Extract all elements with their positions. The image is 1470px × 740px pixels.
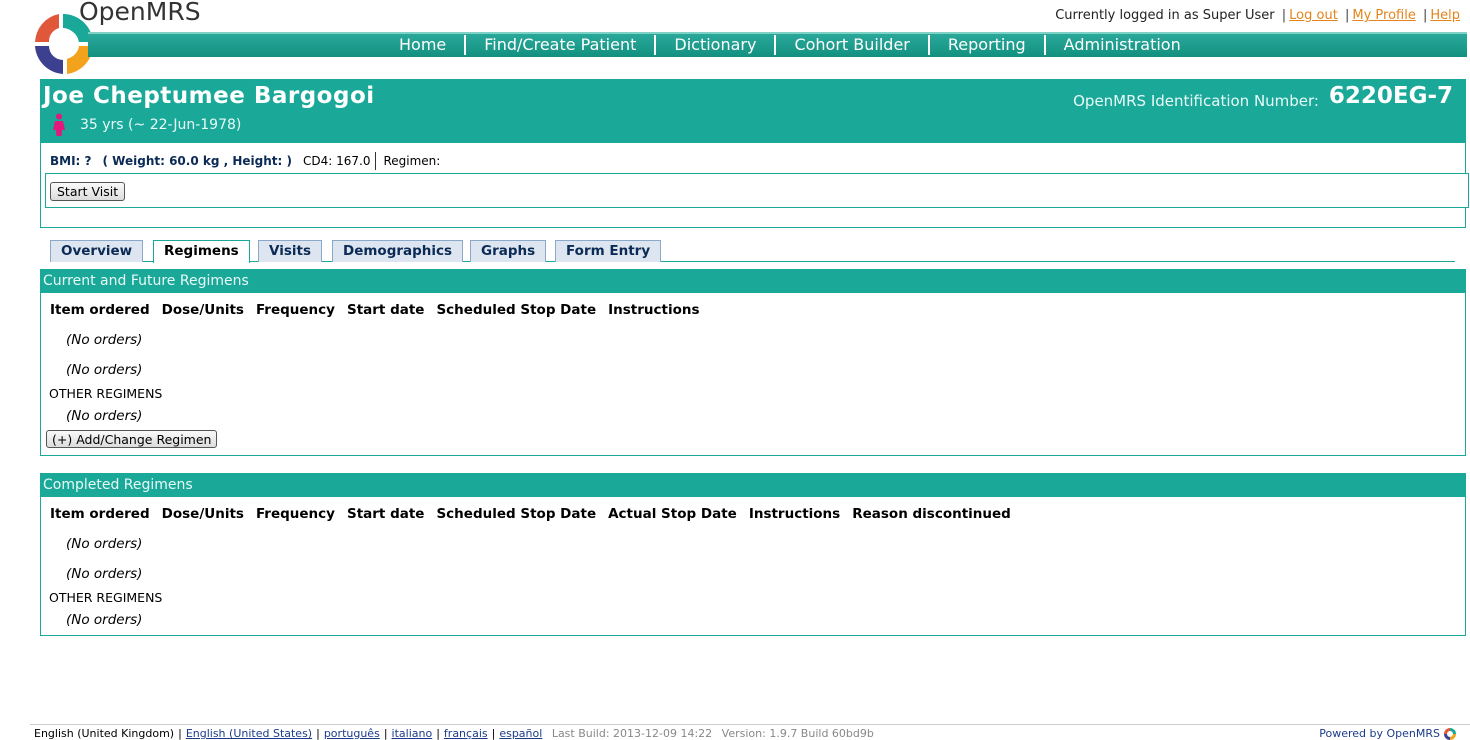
openmrs-small-logo-icon: [1444, 727, 1456, 740]
visit-box: Start Visit: [45, 173, 1469, 208]
completed-regimens-title: Completed Regimens: [41, 474, 1465, 497]
weight-height: ( Weight: 60.0 kg , Height: ): [102, 154, 292, 168]
regimen-label: Regimen:: [383, 154, 441, 168]
powered-by[interactable]: Powered by OpenMRS: [1319, 727, 1456, 740]
locale-link-es[interactable]: español: [499, 727, 542, 740]
no-orders-text: (No orders): [66, 408, 143, 424]
column-header: Scheduled Stop Date: [436, 506, 597, 522]
no-orders-text: (No orders): [66, 332, 143, 348]
nav-dictionary[interactable]: Dictionary: [654, 35, 774, 55]
tab-visits[interactable]: Visits: [258, 240, 322, 262]
nav-reporting[interactable]: Reporting: [927, 35, 1044, 55]
no-orders-text: (No orders): [66, 536, 143, 552]
locale-link-it[interactable]: italiano: [392, 727, 433, 740]
no-orders-text: (No orders): [66, 612, 143, 628]
vitals-row: BMI: ? ( Weight: 60.0 kg , Height: ) CD4…: [50, 152, 440, 170]
column-header: Instructions: [748, 506, 841, 522]
nav-find-create-patient[interactable]: Find/Create Patient: [464, 35, 654, 55]
separator: |: [1344, 8, 1350, 23]
locale-link-pt[interactable]: português: [324, 727, 380, 740]
no-orders-text: (No orders): [66, 362, 143, 378]
tab-graphs[interactable]: Graphs: [470, 240, 547, 262]
start-visit-button[interactable]: Start Visit: [50, 182, 126, 201]
nav-home[interactable]: Home: [381, 35, 464, 55]
tab-demographics[interactable]: Demographics: [332, 240, 464, 262]
no-orders-text: (No orders): [66, 566, 143, 582]
column-header: Start date: [346, 506, 425, 522]
separator: |: [1422, 8, 1428, 23]
column-header: Scheduled Stop Date: [436, 302, 597, 318]
nav-cohort-builder[interactable]: Cohort Builder: [774, 35, 927, 55]
tab-form-entry[interactable]: Form Entry: [555, 240, 662, 262]
user-bar: Currently logged in as Super User | Log o…: [1055, 8, 1460, 23]
main-navbar: Home Find/Create Patient Dictionary Coho…: [88, 32, 1467, 57]
column-header: Reason discontinued: [852, 506, 1011, 522]
footer: English (United Kingdom) | English (United…: [30, 724, 1470, 740]
identifier-label: OpenMRS Identification Number:: [1073, 92, 1319, 110]
current-regimens-title: Current and Future Regimens: [41, 270, 1465, 293]
add-change-regimen-button[interactable]: (+) Add/Change Regimen: [46, 430, 218, 448]
column-header: Frequency: [255, 302, 335, 318]
other-regimens-label: OTHER REGIMENS: [49, 590, 163, 605]
current-locale: English (United Kingdom): [34, 727, 175, 740]
patient-header: Joe Cheptumee Bargogoi 35 yrs (~ 22-Jun-…: [40, 79, 1469, 228]
cd4-label: CD4:: [302, 154, 333, 168]
patient-age: 35 yrs (~ 22-Jun-1978): [80, 117, 242, 133]
divider: [375, 152, 377, 170]
last-build: Last Build: 2013-12-09 14:22: [551, 727, 713, 740]
powered-by-text: Powered by OpenMRS: [1319, 727, 1440, 740]
female-icon: [53, 113, 65, 136]
patient-band: Joe Cheptumee Bargogoi 35 yrs (~ 22-Jun-…: [41, 80, 1465, 143]
column-header: Item ordered: [50, 506, 150, 522]
nav-administration[interactable]: Administration: [1043, 35, 1199, 55]
separator: |: [1281, 8, 1287, 23]
identifier-value: 6220EG-7: [1328, 83, 1453, 109]
locale-bar: English (United Kingdom) | English (United…: [34, 727, 874, 740]
patient-tabs: Overview Regimens Visits Demographics Gr…: [50, 240, 1455, 263]
column-header: Start date: [346, 302, 425, 318]
column-header: Instructions: [608, 302, 700, 318]
brand-name: OpenMRS: [79, 0, 201, 26]
tab-regimens[interactable]: Regimens: [153, 240, 250, 263]
bmi-value: BMI: ?: [50, 154, 92, 168]
column-header: Item ordered: [50, 302, 150, 318]
cd4-value: 167.0: [336, 154, 371, 168]
locale-link-fr[interactable]: français: [444, 727, 488, 740]
completed-regimens-box: Completed Regimens Item ordered Dose/Uni…: [40, 473, 1466, 636]
help-link[interactable]: Help: [1430, 8, 1460, 23]
column-header: Frequency: [255, 506, 335, 522]
column-header: Actual Stop Date: [608, 506, 737, 522]
logged-in-text: Currently logged in as Super User: [1055, 8, 1275, 23]
current-regimens-headers: Item ordered Dose/Units Frequency Start …: [50, 302, 712, 318]
column-header: Dose/Units: [161, 302, 244, 318]
tab-overview[interactable]: Overview: [50, 240, 144, 262]
other-regimens-label: OTHER REGIMENS: [49, 386, 163, 401]
column-header: Dose/Units: [161, 506, 244, 522]
version-info: Version: 1.9.7 Build 60bd9b: [721, 727, 874, 740]
my-profile-link[interactable]: My Profile: [1352, 8, 1415, 23]
completed-regimens-headers: Item ordered Dose/Units Frequency Start …: [50, 506, 1023, 522]
patient-name: Joe Cheptumee Bargogoi: [43, 83, 375, 109]
current-regimens-box: Current and Future Regimens Item ordered…: [40, 269, 1466, 456]
locale-link-en-us[interactable]: English (United States): [186, 727, 312, 740]
logout-link[interactable]: Log out: [1289, 8, 1338, 23]
